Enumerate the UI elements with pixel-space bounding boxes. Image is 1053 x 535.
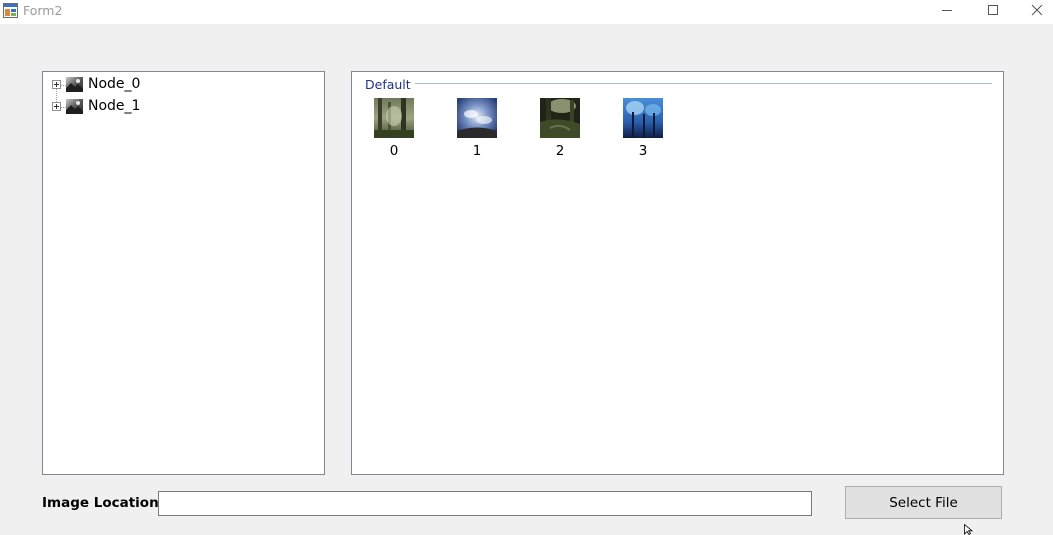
plus-box-icon[interactable] xyxy=(52,102,61,111)
list-item[interactable]: 1 xyxy=(446,98,506,160)
list-item[interactable]: 0 xyxy=(363,98,423,160)
maximize-icon xyxy=(988,5,998,15)
group-divider-line xyxy=(410,83,992,84)
plus-box-icon[interactable] xyxy=(52,80,61,89)
list-item-label: 0 xyxy=(389,143,399,159)
maximize-button[interactable] xyxy=(970,0,1016,20)
list-view[interactable]: Default 0 1 2 3 xyxy=(351,71,1004,475)
tree-node-label[interactable]: Node_0 xyxy=(88,76,140,92)
list-item[interactable]: 3 xyxy=(612,98,672,160)
form-app-icon xyxy=(3,3,18,18)
dark-forest-photo xyxy=(540,98,580,138)
list-item-label: 2 xyxy=(555,143,565,159)
list-item-label: 3 xyxy=(638,143,648,159)
blue-forest-photo xyxy=(623,98,663,138)
form2-window: Form2 Node_0 Node_1 Default 0 1 2 3 Imag… xyxy=(0,0,1053,535)
minimize-button[interactable] xyxy=(924,0,970,20)
select-file-button[interactable]: Select File xyxy=(845,486,1002,519)
mouse-cursor-icon xyxy=(964,524,974,535)
title-bar[interactable]: Form2 xyxy=(0,0,1053,24)
close-icon xyxy=(1031,4,1043,16)
image-thumbnail-icon xyxy=(66,99,83,114)
minimize-icon xyxy=(942,10,952,11)
tree-node-label[interactable]: Node_1 xyxy=(88,98,140,114)
image-location-input[interactable] xyxy=(158,491,812,516)
list-item-label: 1 xyxy=(472,143,482,159)
sky-fisheye-photo xyxy=(457,98,497,138)
group-header[interactable]: Default xyxy=(365,77,415,92)
close-button[interactable] xyxy=(1014,0,1053,20)
image-location-label: Image Location xyxy=(42,495,159,511)
image-thumbnail-icon xyxy=(66,77,83,92)
list-item[interactable]: 2 xyxy=(529,98,589,160)
tree-node-1[interactable]: Node_1 xyxy=(51,97,251,117)
tree-view[interactable]: Node_0 Node_1 xyxy=(42,71,325,475)
window-title: Form2 xyxy=(23,3,63,18)
tree-node-0[interactable]: Node_0 xyxy=(51,75,251,95)
forest-photo xyxy=(374,98,414,138)
